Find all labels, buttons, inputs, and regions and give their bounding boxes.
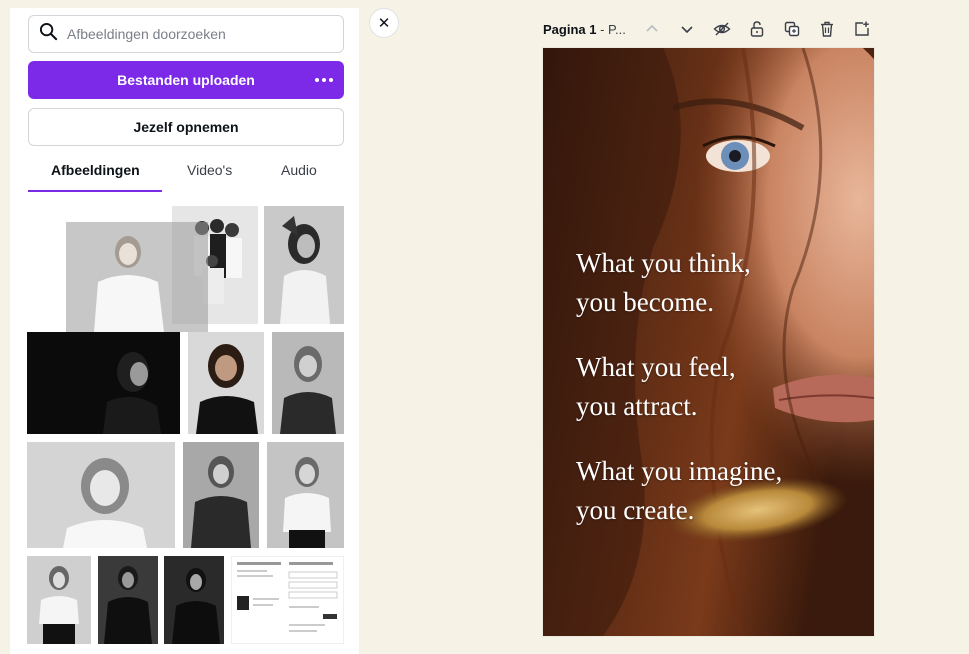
- add-page-icon[interactable]: [853, 20, 871, 38]
- document-thumbnail[interactable]: [231, 556, 344, 644]
- image-thumbnail[interactable]: [267, 442, 344, 548]
- upload-files-label: Bestanden uploaden: [117, 72, 255, 88]
- upload-files-button[interactable]: Bestanden uploaden: [28, 61, 344, 99]
- page-title-suffix: - P...: [596, 22, 626, 37]
- quote-line[interactable]: you create.: [576, 491, 694, 530]
- dragged-image-thumbnail[interactable]: [66, 222, 208, 332]
- quote-line[interactable]: you become.: [576, 283, 714, 322]
- uploads-panel: Bestanden uploaden Jezelf opnemen Afbeel…: [10, 8, 359, 654]
- record-yourself-label: Jezelf opnemen: [133, 119, 239, 135]
- duplicate-icon[interactable]: [783, 20, 801, 38]
- more-dots-icon[interactable]: [314, 70, 334, 90]
- image-thumbnail[interactable]: [188, 332, 264, 434]
- image-thumbnail[interactable]: [27, 442, 175, 548]
- quote-line[interactable]: What you imagine,: [576, 452, 782, 491]
- image-thumbnail[interactable]: [27, 556, 91, 644]
- image-thumbnail[interactable]: [183, 442, 259, 548]
- unlock-icon[interactable]: [748, 20, 766, 38]
- tab-audio[interactable]: Audio: [281, 162, 317, 178]
- quote-line[interactable]: you attract.: [576, 387, 697, 426]
- quote-line[interactable]: What you feel,: [576, 348, 736, 387]
- image-thumbnail[interactable]: [98, 556, 158, 644]
- search-box[interactable]: [28, 15, 344, 53]
- chevron-down-icon[interactable]: [678, 20, 696, 38]
- close-icon: ✕: [377, 15, 391, 32]
- search-icon: [39, 22, 58, 46]
- active-tab-indicator: [28, 190, 162, 192]
- image-thumbnail[interactable]: [264, 206, 344, 324]
- page-title-text: Pagina 1: [543, 22, 597, 37]
- chevron-up-icon[interactable]: [643, 20, 661, 38]
- eye-icon[interactable]: [713, 20, 731, 38]
- search-input[interactable]: [67, 26, 327, 42]
- tab-images[interactable]: Afbeeldingen: [51, 162, 140, 178]
- record-yourself-button[interactable]: Jezelf opnemen: [28, 108, 344, 146]
- page-toolbar: Pagina 1 - P...: [543, 18, 873, 42]
- tab-videos[interactable]: Video's: [187, 162, 232, 178]
- image-thumbnail[interactable]: [272, 332, 344, 434]
- close-panel-button[interactable]: ✕: [369, 8, 399, 38]
- page-title[interactable]: Pagina 1 - P...: [543, 22, 626, 37]
- quote-line[interactable]: What you think,: [576, 244, 751, 283]
- portrait-background-image: [543, 48, 874, 636]
- trash-icon[interactable]: [818, 20, 836, 38]
- media-tabs: Afbeeldingen Video's Audio: [28, 156, 344, 192]
- image-thumbnail[interactable]: [27, 332, 180, 434]
- design-canvas[interactable]: What you think, you become. What you fee…: [543, 48, 874, 636]
- image-thumbnail[interactable]: [164, 556, 224, 644]
